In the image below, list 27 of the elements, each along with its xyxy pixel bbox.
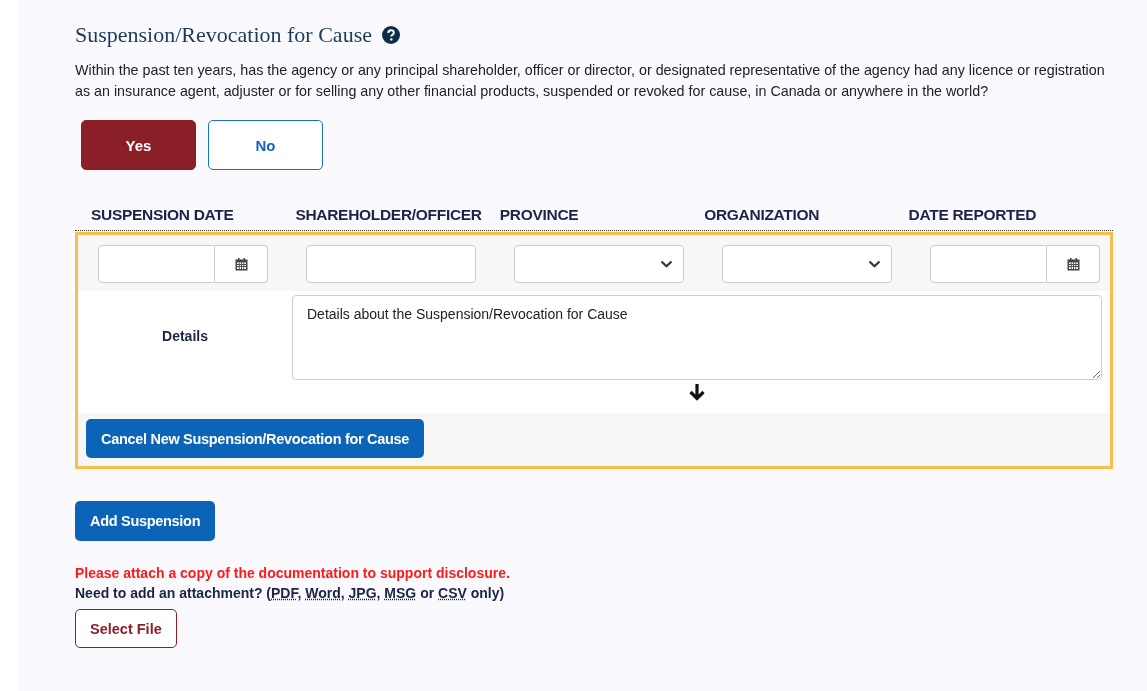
dropdown-field[interactable] (722, 245, 892, 283)
select-file-button[interactable]: Select File (75, 609, 177, 648)
column-heading: SUSPENSION DATE (91, 206, 235, 225)
date-field[interactable] (98, 245, 268, 283)
question-text: Within the past ten years, has the agency or any principal shareholder, officer or director, or designated representative of the agency had any licence or registration as an insurance agent, adjuster or for selling any other financial products, suspended or revoked for cause, in Canada or anywhere in the world? (75, 61, 1106, 101)
warning-text: Please attach a copy of the documentation to support disclosure. (75, 565, 511, 581)
chevron-down-icon (868, 260, 881, 268)
calendar-icon (1066, 257, 1080, 271)
chevron-down-icon (660, 260, 673, 268)
add-suspension-button[interactable]: Add Suspension (75, 501, 216, 541)
details-textarea[interactable]: Details about the Suspension/Revocation for Cause (292, 295, 1102, 380)
calendar-icon (234, 257, 248, 271)
text-field[interactable] (306, 245, 476, 283)
column-heading: SHAREHOLDER/OFFICER (295, 206, 483, 225)
column-heading: ORGANIZATION (704, 206, 821, 225)
cancel-button[interactable]: Cancel New Suspension/Revocation for Cause (86, 419, 425, 458)
answer-button[interactable]: Yes (81, 120, 196, 170)
column-heading: PROVINCE (499, 206, 580, 225)
date-field[interactable] (930, 245, 1100, 283)
details-label: Details (161, 328, 209, 344)
answer-button[interactable]: No (208, 120, 323, 170)
help-icon[interactable] (381, 26, 400, 44)
attachment-note: Need to add an attachment? (PDF, Word, JPG, MSG or CSV only) (75, 585, 506, 601)
dropdown-field[interactable] (514, 245, 684, 283)
column-heading: DATE REPORTED (908, 206, 1038, 225)
arrow-down-icon (689, 384, 705, 401)
section-title: Suspension/Revocation for Cause (75, 22, 372, 48)
